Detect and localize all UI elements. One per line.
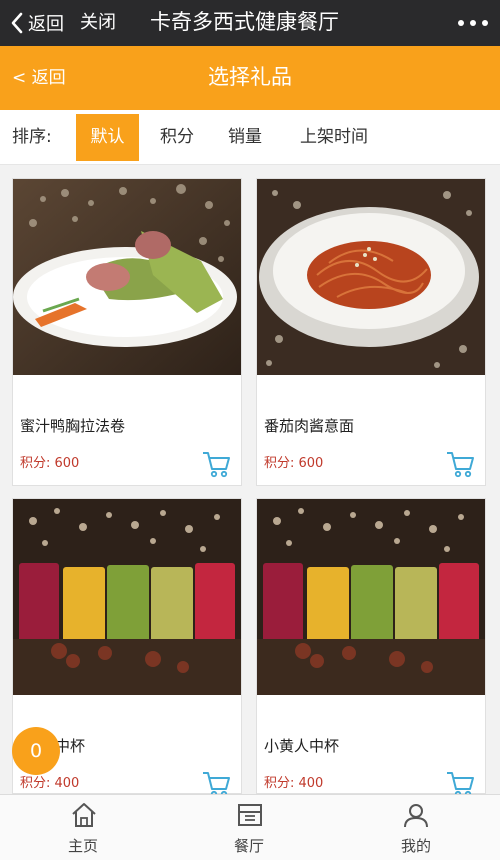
header-back-button[interactable]: < 返回: [12, 64, 66, 92]
wechat-back-label: 返回: [28, 14, 64, 35]
product-card[interactable]: 小黄人中杯 积分: 400: [256, 498, 486, 798]
sort-option-sales[interactable]: 销量: [214, 114, 276, 161]
page-title: 选择礼品: [208, 65, 292, 89]
tab-label: 餐厅: [233, 837, 264, 855]
wrap-plate-photo[interactable]: [13, 179, 241, 375]
product-points: 积分: 600: [264, 456, 324, 471]
wechat-page-title: 卡奇多西式健康餐厅: [150, 10, 339, 34]
wechat-top-bar: 返回 关闭 卡奇多西式健康餐厅: [0, 0, 500, 46]
sort-label: 排序:: [12, 127, 52, 147]
product-card[interactable]: 番茄肉酱意面 积分: 600: [256, 178, 486, 486]
app-header: < 返回 选择礼品: [0, 46, 500, 110]
bottom-tab-bar: 主页 餐厅 我的: [0, 794, 500, 860]
cart-count-badge[interactable]: 0: [12, 727, 60, 775]
product-points: 积分: 600: [20, 456, 80, 471]
tab-label: 我的: [400, 837, 431, 855]
wechat-back-button[interactable]: 返回: [10, 9, 64, 37]
product-name: 蜜汁鸭胸拉法卷: [20, 417, 126, 435]
product-points: 积分: 400: [264, 776, 324, 791]
sort-bar: 排序: 默认 积分 销量 上架时间: [0, 110, 500, 165]
cart-icon[interactable]: [201, 449, 231, 479]
profile-icon: [404, 804, 428, 828]
cart-icon[interactable]: [445, 449, 475, 479]
wechat-close-button[interactable]: 关闭: [80, 9, 116, 37]
sort-option-points[interactable]: 积分: [146, 114, 208, 161]
pasta-bowl-photo[interactable]: [257, 179, 485, 375]
home-icon: [72, 803, 96, 827]
tab-restaurant[interactable]: 餐厅: [166, 795, 332, 860]
juice-glasses-photo[interactable]: [257, 499, 485, 695]
sort-option-default[interactable]: 默认: [76, 114, 139, 161]
juice-glasses-photo[interactable]: [13, 499, 241, 695]
tab-home[interactable]: 主页: [0, 795, 166, 860]
more-icon[interactable]: [458, 12, 488, 34]
product-card[interactable]: 蜜汁鸭胸拉法卷 积分: 600: [12, 178, 242, 486]
product-points: 积分: 400: [20, 776, 80, 791]
product-name: 番茄肉酱意面: [264, 417, 355, 435]
tab-label: 主页: [67, 837, 98, 855]
product-name: 小黄人中杯: [264, 737, 340, 755]
restaurant-icon: [238, 804, 262, 826]
tab-profile[interactable]: 我的: [332, 795, 500, 860]
sort-option-listing-time[interactable]: 上架时间: [284, 114, 384, 161]
chevron-left-icon: [11, 12, 23, 34]
